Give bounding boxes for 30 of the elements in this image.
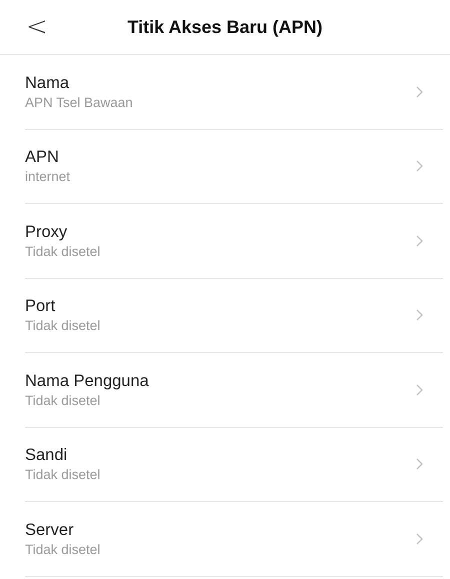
setting-value: Tidak disetel bbox=[25, 317, 100, 336]
setting-value: internet bbox=[25, 168, 70, 186]
chevron-right-icon bbox=[416, 160, 423, 172]
settings-row[interactable]: Nama APN Tsel Bawaan bbox=[25, 55, 443, 130]
setting-label: Proxy bbox=[25, 222, 68, 243]
settings-row[interactable]: Proxy Tidak disetel bbox=[25, 204, 443, 278]
setting-label: Sandi bbox=[25, 445, 68, 466]
chevron-right-icon bbox=[416, 458, 423, 470]
settings-row[interactable]: Sandi Tidak disetel bbox=[25, 428, 443, 502]
setting-value: Tidak disetel bbox=[25, 392, 100, 410]
setting-label: Port bbox=[25, 296, 56, 318]
setting-value: APN Tsel Bawaan bbox=[25, 94, 133, 112]
setting-label: Nama bbox=[25, 72, 70, 94]
setting-value: Tidak disetel bbox=[25, 466, 100, 484]
setting-value: Tidak disetel bbox=[25, 540, 100, 559]
settings-row[interactable]: Nama Pengguna Tidak disetel bbox=[25, 353, 443, 428]
chevron-right-icon bbox=[416, 86, 423, 98]
chevron-right-icon bbox=[416, 309, 423, 322]
chevron-right-icon bbox=[416, 384, 423, 396]
setting-label: Server bbox=[25, 520, 74, 541]
setting-value: Tidak disetel bbox=[25, 242, 100, 261]
back-button[interactable]: < bbox=[22, 8, 52, 47]
settings-row[interactable]: Port Tidak disetel bbox=[25, 278, 443, 353]
chevron-right-icon bbox=[416, 234, 423, 247]
setting-label: APN bbox=[25, 147, 59, 168]
settings-row[interactable]: Server Tidak disetel bbox=[25, 502, 443, 576]
settings-row[interactable]: APN internet bbox=[25, 130, 443, 204]
chevron-right-icon bbox=[416, 532, 423, 545]
setting-label: Nama Pengguna bbox=[25, 370, 149, 392]
page-title: Titik Akses Baru (APN) bbox=[127, 16, 323, 39]
